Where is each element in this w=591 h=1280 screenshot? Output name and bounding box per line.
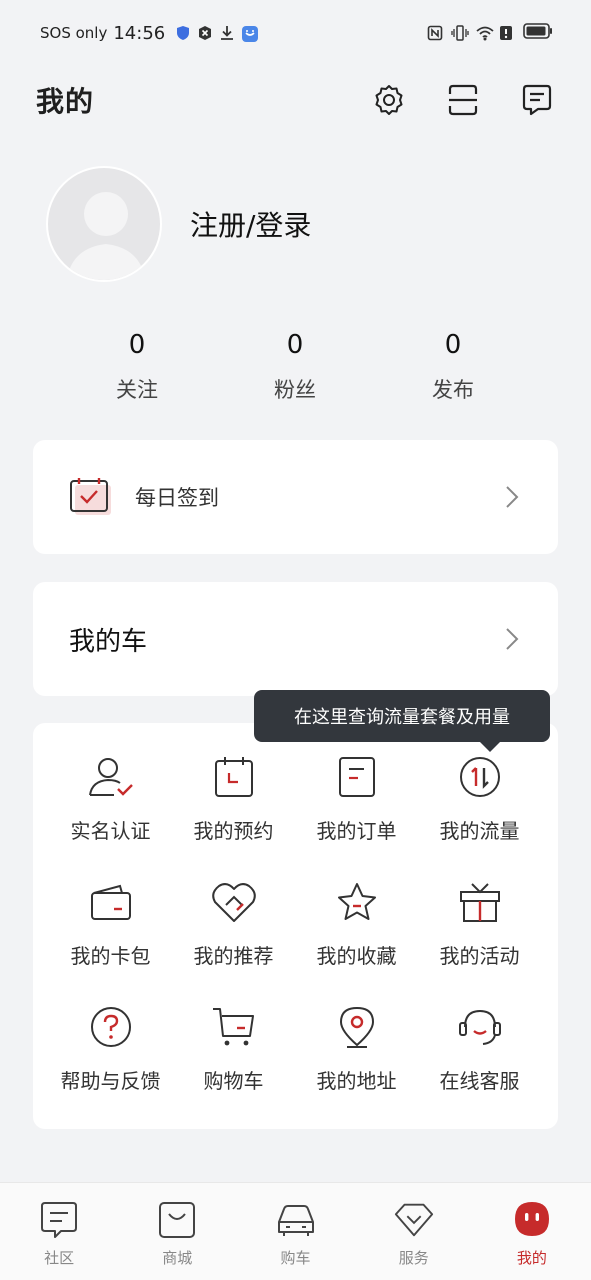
service-my-favorites[interactable]: 我的收藏 — [295, 878, 418, 1003]
service-label: 我的活动 — [439, 944, 520, 968]
message-icon — [522, 84, 552, 116]
vpn-icon — [197, 25, 213, 41]
battery-icon — [523, 23, 553, 43]
tab-label: 我的 — [516, 1249, 547, 1267]
nfc-icon — [427, 25, 443, 41]
car-icon — [275, 1199, 317, 1241]
data-usage-tooltip[interactable]: 在这里查询流量套餐及用量 — [254, 690, 550, 752]
community-icon — [38, 1199, 80, 1241]
login-register-link[interactable]: 注册/登录 — [190, 204, 311, 244]
wifi-icon — [475, 25, 494, 41]
stat-label: 粉丝 — [274, 378, 316, 402]
services-card: 实名认证 我的预约 我的订单 我的流量 我的卡包 我的推荐 我的收藏 我的活动 … — [33, 723, 558, 1129]
service-my-wallet[interactable]: 我的卡包 — [49, 878, 172, 1003]
recommend-icon — [210, 878, 258, 926]
tab-label: 购车 — [280, 1249, 311, 1267]
messages-button[interactable] — [519, 82, 555, 118]
calendar-icon — [210, 753, 258, 801]
stat-value: 0 — [286, 330, 304, 360]
page-header: 我的 — [0, 70, 591, 130]
settings-icon — [375, 85, 403, 115]
service-label: 帮助与反馈 — [60, 1069, 161, 1093]
scan-button[interactable] — [445, 82, 481, 118]
avatar[interactable] — [46, 166, 162, 282]
data-traffic-icon — [456, 753, 504, 801]
service-label: 我的收藏 — [316, 944, 397, 968]
me-icon — [511, 1199, 553, 1241]
my-car-label: 我的车 — [69, 626, 148, 657]
daily-signin-label: 每日签到 — [135, 486, 219, 510]
service-my-activities[interactable]: 我的活动 — [418, 878, 541, 1003]
stat-followers[interactable]: 0 粉丝 — [216, 330, 374, 404]
service-real-name-verification[interactable]: 实名认证 — [49, 753, 172, 878]
service-online-support[interactable]: 在线客服 — [418, 1003, 541, 1128]
service-label: 我的订单 — [316, 819, 397, 843]
tab-me[interactable]: 我的 — [473, 1183, 591, 1280]
service-icon — [393, 1199, 435, 1241]
clock-time: 14:56 — [113, 22, 166, 44]
chevron-right-icon — [502, 625, 522, 653]
service-label: 实名认证 — [70, 819, 151, 843]
bottom-tab-bar: 社区 商城 购车 服务 我的 — [0, 1182, 591, 1280]
service-my-data[interactable]: 我的流量 — [418, 753, 541, 878]
service-label: 我的地址 — [316, 1069, 397, 1093]
tab-buy-car[interactable]: 购车 — [236, 1183, 354, 1280]
profile-section: 注册/登录 — [46, 166, 311, 282]
service-shopping-cart[interactable]: 购物车 — [172, 1003, 295, 1128]
stat-label: 关注 — [116, 378, 158, 402]
shield-icon — [175, 25, 191, 41]
service-my-recommendations[interactable]: 我的推荐 — [172, 878, 295, 1003]
page-title: 我的 — [36, 85, 95, 118]
stat-value: 0 — [444, 330, 462, 360]
gift-icon — [456, 878, 504, 926]
tab-service[interactable]: 服务 — [355, 1183, 473, 1280]
service-my-address[interactable]: 我的地址 — [295, 1003, 418, 1128]
user-verify-icon — [87, 753, 135, 801]
tab-label: 商城 — [162, 1249, 193, 1267]
stat-value: 0 — [128, 330, 146, 360]
status-bar: SOS only 14:56 — [0, 0, 591, 66]
star-icon — [333, 878, 381, 926]
service-label: 我的预约 — [193, 819, 274, 843]
service-label: 我的卡包 — [70, 944, 151, 968]
stat-posts[interactable]: 0 发布 — [374, 330, 532, 404]
tab-label: 社区 — [44, 1249, 75, 1267]
vibrate-icon — [451, 25, 469, 41]
service-label: 购物车 — [203, 1069, 264, 1093]
service-label: 在线客服 — [439, 1069, 520, 1093]
tab-mall[interactable]: 商城 — [118, 1183, 236, 1280]
service-label: 我的流量 — [439, 819, 520, 843]
tab-label: 服务 — [398, 1249, 429, 1267]
download-icon — [219, 25, 235, 41]
stats-row: 0 关注 0 粉丝 0 发布 — [58, 330, 532, 404]
tab-community[interactable]: 社区 — [0, 1183, 118, 1280]
mall-icon — [156, 1199, 198, 1241]
carrier-text: SOS only — [40, 24, 108, 42]
service-label: 我的推荐 — [193, 944, 274, 968]
stat-following[interactable]: 0 关注 — [58, 330, 216, 404]
service-my-appointments[interactable]: 我的预约 — [172, 753, 295, 878]
wallet-icon — [87, 878, 135, 926]
calendar-check-icon — [70, 478, 111, 515]
signal-alert-icon — [499, 25, 515, 41]
scan-icon — [448, 84, 478, 116]
app-notification-icon — [241, 25, 259, 42]
stat-label: 发布 — [432, 378, 474, 402]
avatar-placeholder-icon — [66, 192, 146, 280]
chevron-right-icon — [502, 483, 522, 511]
settings-button[interactable] — [371, 82, 407, 118]
help-icon — [87, 1003, 135, 1051]
my-car-card[interactable]: 我的车 — [33, 582, 558, 696]
headset-icon — [456, 1003, 504, 1051]
service-my-orders[interactable]: 我的订单 — [295, 753, 418, 878]
cart-icon — [210, 1003, 258, 1051]
service-help-feedback[interactable]: 帮助与反馈 — [49, 1003, 172, 1128]
location-icon — [333, 1003, 381, 1051]
order-icon — [333, 753, 381, 801]
daily-signin-card[interactable]: 每日签到 — [33, 440, 558, 554]
